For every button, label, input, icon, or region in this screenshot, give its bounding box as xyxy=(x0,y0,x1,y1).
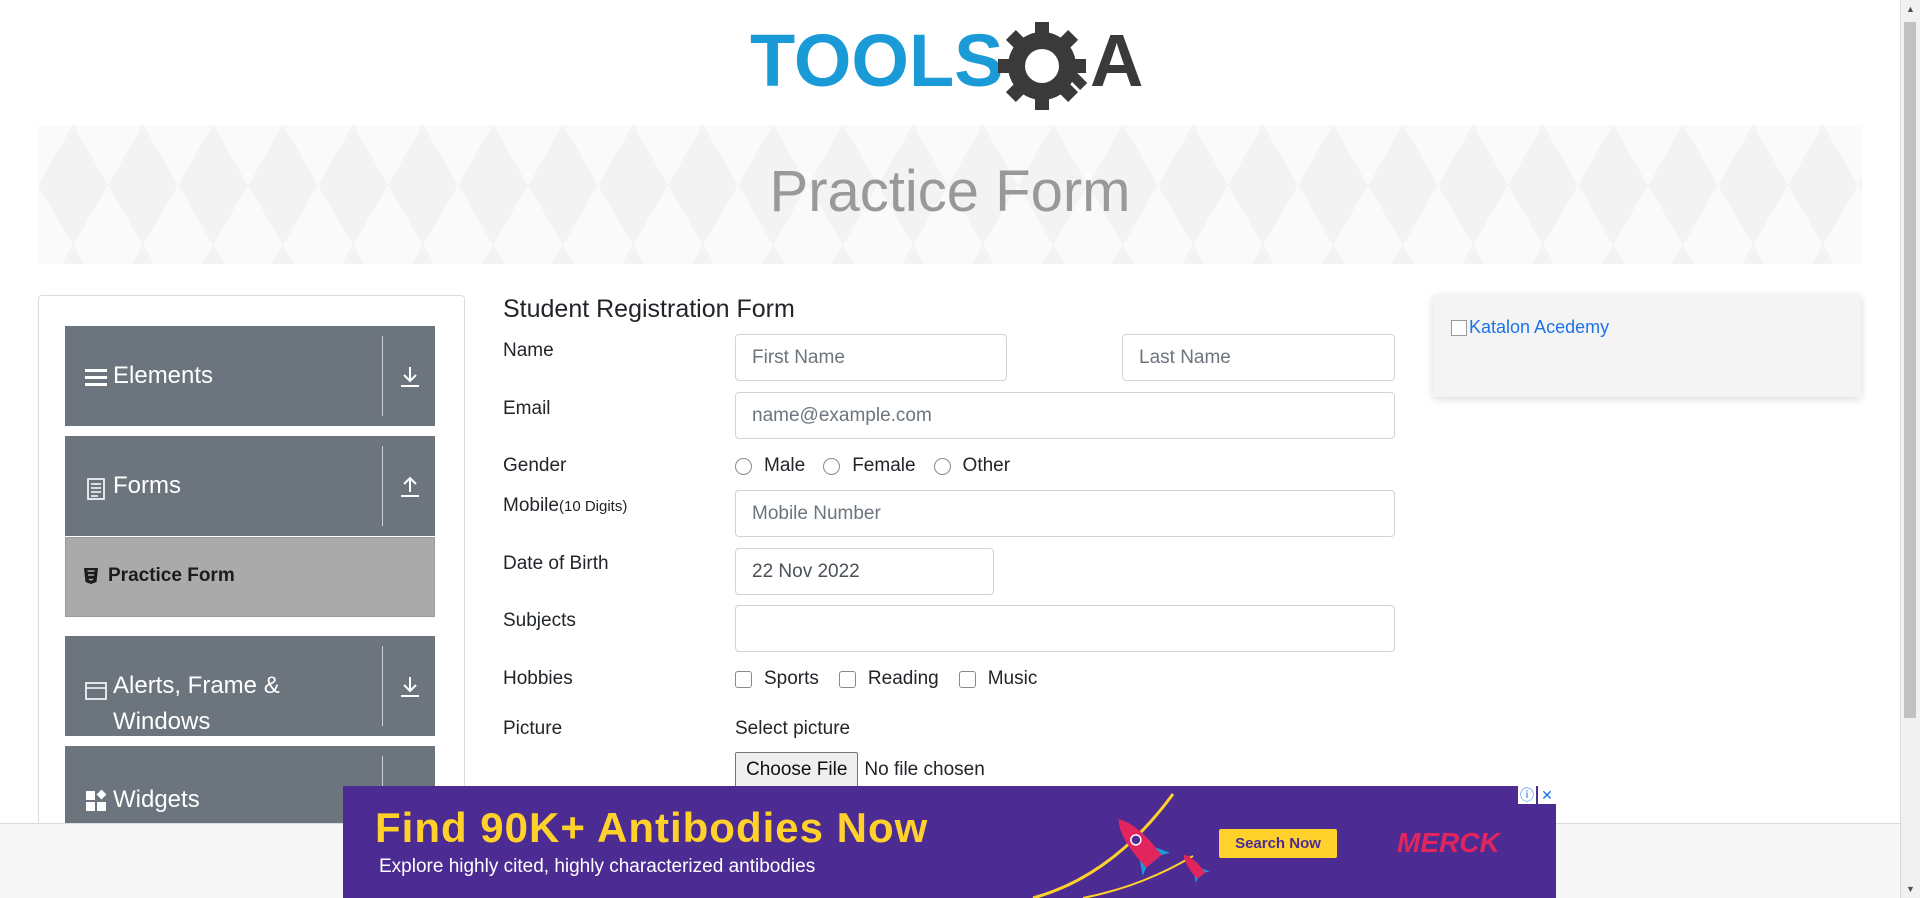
window-icon xyxy=(85,682,107,700)
widgets-icon xyxy=(86,790,107,811)
checkbox-label: Reading xyxy=(867,668,939,689)
radio-label: Male xyxy=(764,455,806,476)
last-name-input[interactable] xyxy=(1122,334,1395,381)
ad-subline: Explore highly cited, highly characteriz… xyxy=(379,856,816,877)
download-icon[interactable] xyxy=(397,364,423,390)
checkbox-label: Sports xyxy=(764,668,819,689)
page-banner: Practice Form xyxy=(38,125,1862,264)
document-icon xyxy=(87,478,105,500)
select-picture-label: Select picture xyxy=(735,718,851,739)
radio-circle[interactable] xyxy=(823,457,841,475)
toolsqa-logo[interactable]: TOOLS A xyxy=(750,18,1150,114)
sidebar-group-label-line2: Windows xyxy=(113,708,211,735)
page: TOOLS A Practice Form Elements Forms Pra… xyxy=(0,0,1900,898)
divider xyxy=(382,646,383,726)
scroll-up-icon[interactable]: ▲ xyxy=(1901,0,1920,18)
upload-icon[interactable] xyxy=(397,474,423,500)
file-status: No file chosen xyxy=(864,759,985,780)
scrollbar-thumb[interactable] xyxy=(1904,22,1916,718)
sidebar-group-label: Alerts, Frame & xyxy=(113,672,280,699)
sidebar-group-elements[interactable]: Elements xyxy=(65,326,435,426)
hobbies-label: Hobbies xyxy=(503,668,573,689)
mobile-hint: (10 Digits) xyxy=(558,498,628,515)
search-now-button[interactable]: Search Now xyxy=(1219,829,1337,858)
ad-headline: Find 90K+ Antibodies Now xyxy=(375,804,929,851)
sidebar-group-forms[interactable]: Forms xyxy=(65,436,435,536)
side-ad: Katalon Acedemy xyxy=(1433,295,1861,397)
checkbox-box[interactable] xyxy=(735,670,752,688)
mobile-label: Mobile(10 Digits) xyxy=(503,495,627,517)
mobile-input[interactable] xyxy=(735,490,1395,537)
choose-file-button[interactable]: Choose File xyxy=(735,752,859,788)
logo-a-text: A xyxy=(1090,19,1143,102)
radio-circle[interactable] xyxy=(933,457,951,475)
divider xyxy=(382,446,383,526)
picture-label: Picture xyxy=(503,718,563,739)
email-input[interactable] xyxy=(735,392,1395,439)
logo-tools-text: TOOLS xyxy=(750,19,1004,102)
rocket-icon xyxy=(1032,793,1210,898)
sidebar-group-label: Elements xyxy=(113,362,214,389)
checkbox-box[interactable] xyxy=(958,670,976,688)
broken-image-icon xyxy=(1451,319,1467,336)
mobile-label-text: Mobile xyxy=(503,495,559,516)
katalon-ad-link[interactable]: Katalon Acedemy xyxy=(1451,317,1609,338)
bottom-ad-banner[interactable]: Find 90K+ Antibodies Now Explore highly … xyxy=(343,786,1556,898)
sidebar-group-label: Widgets xyxy=(113,786,200,813)
first-name-input[interactable] xyxy=(735,334,1007,381)
ad-close-icon[interactable]: ✕ xyxy=(1538,786,1556,804)
scroll-down-icon[interactable]: ▼ xyxy=(1901,880,1920,898)
ad-info-icon[interactable]: ⓘ xyxy=(1518,786,1536,804)
gender-male-radio[interactable]: Male xyxy=(735,455,805,477)
gender-other-radio[interactable]: Other xyxy=(933,455,1011,477)
download-icon[interactable] xyxy=(397,674,423,700)
subjects-label: Subjects xyxy=(503,610,576,631)
sidebar-item-practice-form[interactable]: Practice Form xyxy=(65,537,435,617)
vertical-scrollbar[interactable]: ▲ ▼ xyxy=(1900,0,1920,898)
page-title: Practice Form xyxy=(769,159,1131,224)
hamburger-icon xyxy=(85,369,107,386)
email-label: Email xyxy=(503,398,551,419)
checkbox-label: Music xyxy=(987,668,1038,689)
radio-label: Female xyxy=(852,455,916,476)
subjects-input[interactable] xyxy=(735,605,1395,652)
checkbox-box[interactable] xyxy=(838,670,856,688)
hobbies-checkbox-group: Sports Reading Music xyxy=(735,668,1057,690)
gear-icon xyxy=(998,22,1088,110)
radio-circle[interactable] xyxy=(735,457,752,475)
sidebar-group-label: Forms xyxy=(113,472,181,499)
ad-alt-text: Katalon Acedemy xyxy=(1469,317,1610,337)
gender-label: Gender xyxy=(503,455,567,476)
html5-icon xyxy=(84,568,98,584)
name-label: Name xyxy=(503,340,554,361)
hobby-reading-checkbox[interactable]: Reading xyxy=(838,668,939,690)
file-upload: Choose File No file chosen xyxy=(735,752,985,788)
hobby-sports-checkbox[interactable]: Sports xyxy=(735,668,819,690)
hobby-music-checkbox[interactable]: Music xyxy=(958,668,1038,690)
gender-radio-group: Male Female Other xyxy=(735,455,1028,477)
form-title: Student Registration Form xyxy=(503,295,795,323)
date-of-birth-input[interactable] xyxy=(735,548,994,595)
sidebar-item-label: Practice Form xyxy=(108,565,235,586)
gender-female-radio[interactable]: Female xyxy=(823,455,916,477)
radio-label: Other xyxy=(962,455,1011,476)
divider xyxy=(382,336,383,416)
dob-label: Date of Birth xyxy=(503,553,609,574)
sidebar-group-alerts[interactable]: Alerts, Frame & Windows xyxy=(65,636,435,736)
merck-logo: MERCK xyxy=(1397,827,1500,858)
